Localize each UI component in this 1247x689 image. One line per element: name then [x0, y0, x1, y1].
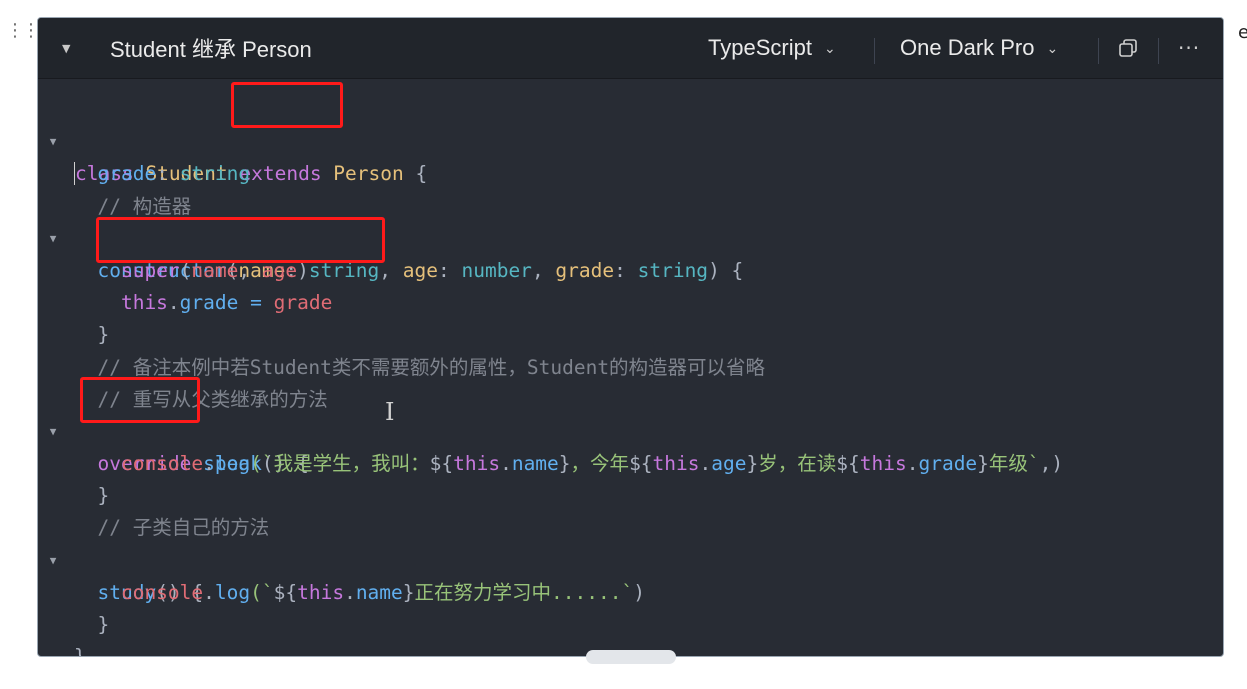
highlight-box-super — [96, 217, 385, 263]
code-line: ▼ override speak() { — [38, 384, 1223, 475]
code-line: // 子类自己的方法 — [38, 480, 1223, 539]
drag-handle-icon[interactable]: ⋮⋮ — [6, 22, 40, 40]
divider — [1158, 38, 1159, 64]
code-line: // 重写从父类继承的方法 — [38, 352, 1223, 411]
highlight-box-extends — [231, 82, 343, 128]
code-block: ▼ Student 继承 Person TypeScript ⌄ One Dar… — [37, 17, 1224, 657]
code-line: ▼ class Student extends Person { — [38, 94, 1223, 186]
divider — [1098, 38, 1099, 64]
code-line: ▼ study() { — [38, 512, 1223, 604]
chevron-down-icon: ⌄ — [1046, 39, 1059, 56]
code-line: // 构造器 — [38, 158, 1223, 218]
code-line: console.log(`我是学生，我叫：${this.name}，今年${th… — [38, 416, 1223, 475]
code-line: } — [38, 287, 1223, 346]
more-icon: ··· — [1178, 36, 1201, 60]
code-block-title[interactable]: Student 继承 Person — [110, 18, 312, 78]
highlight-box-override — [80, 377, 200, 423]
code-line: } — [38, 609, 1223, 656]
copy-icon — [1119, 39, 1137, 57]
code-block-header: ▼ Student 继承 Person TypeScript ⌄ One Dar… — [38, 18, 1223, 79]
resize-handle[interactable] — [586, 650, 676, 664]
code-line: } — [38, 577, 1223, 636]
code-line: grade: string — [38, 126, 1223, 185]
theme-select[interactable]: One Dark Pro ⌄ — [900, 18, 1058, 78]
divider — [874, 38, 875, 64]
more-button[interactable]: ··· — [1178, 18, 1200, 78]
code-editor[interactable]: ▼ class Student extends Person { grade: … — [38, 94, 1223, 656]
theme-label: One Dark Pro — [900, 35, 1035, 60]
chevron-down-icon: ⌄ — [823, 39, 836, 56]
text-cursor-icon: I — [385, 398, 395, 426]
copy-button[interactable] — [1118, 18, 1138, 78]
edge-glyph: e — [1238, 22, 1247, 43]
language-select[interactable]: TypeScript ⌄ — [708, 18, 836, 78]
code-token: } — [74, 645, 86, 657]
collapse-caret-icon[interactable]: ▼ — [62, 18, 70, 78]
language-label: TypeScript — [708, 35, 812, 60]
code-line: // 备注本例中若Student类不需要额外的属性，Student的构造器可以省… — [38, 319, 1223, 379]
code-line: console.log(`${this.name}正在努力学习中......`) — [38, 545, 1223, 604]
code-line: } — [38, 448, 1223, 507]
